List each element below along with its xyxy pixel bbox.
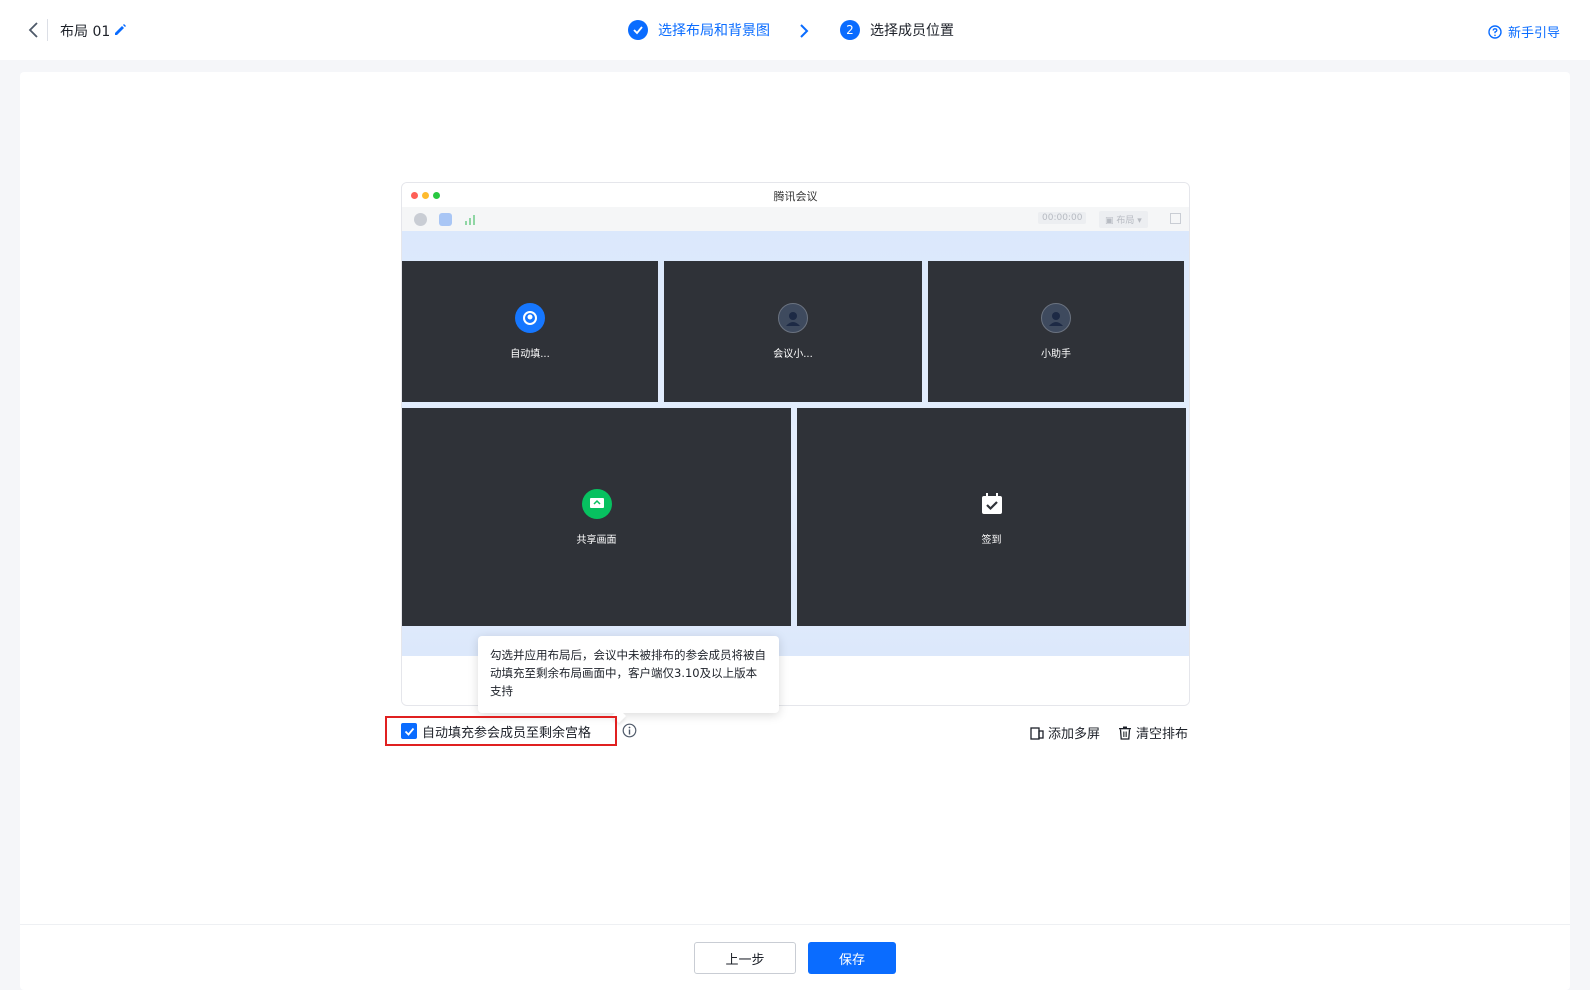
tile-label: 小助手	[1041, 349, 1071, 360]
layout-name: 布局 01	[60, 24, 111, 40]
meeting-timer: 00:00:00	[1038, 212, 1087, 224]
signal-icon	[465, 215, 475, 225]
screen-share-icon	[581, 488, 612, 519]
step-2-number: 2	[840, 20, 860, 40]
person-icon	[778, 303, 808, 333]
guide-label: 新手引导	[1507, 26, 1560, 41]
top-header: 布局 01 选择布局和背景图 2 选择成员位置 新手引导	[0, 0, 1590, 60]
person-icon	[1041, 303, 1071, 333]
window-toolbar: 00:00:00 ▣ 布局 ▾	[402, 207, 1189, 231]
window-titlebar: 腾讯会议	[402, 183, 1189, 207]
layout-dropdown: ▣ 布局 ▾	[1099, 211, 1148, 228]
clear-layout-label: 清空排布	[1136, 727, 1189, 742]
info-icon[interactable]	[622, 723, 637, 738]
tile-label: 自动填...	[510, 349, 550, 360]
layout-tile-1[interactable]: 自动填...	[402, 261, 658, 402]
step-1-label: 选择布局和背景图	[658, 23, 770, 39]
add-screen-label: 添加多屏	[1048, 727, 1101, 742]
layout-tile-3[interactable]: 小助手	[928, 261, 1184, 402]
layout-tile-4[interactable]: 共享画面	[402, 408, 791, 626]
save-button[interactable]: 保存	[808, 942, 896, 974]
calendar-check-icon	[977, 489, 1007, 519]
previous-step-button[interactable]: 上一步	[694, 942, 796, 974]
check-circle-icon	[628, 20, 648, 40]
tile-label: 共享画面	[576, 534, 617, 546]
help-circle-icon	[1488, 24, 1502, 39]
trash-icon	[1119, 726, 1131, 740]
autofill-label[interactable]: 自动填充参会成员至剩余宫格	[422, 722, 591, 741]
footer-divider	[20, 924, 1570, 925]
autofill-tooltip: 勾选并应用布局后，会议中未被排布的参会成员将被自动填充至剩余布局画面中，客户端仅…	[478, 636, 779, 713]
back-arrow-icon[interactable]	[26, 20, 42, 40]
layout-stage: 自动填... 会议小... 小助手 共享画面 签到	[402, 231, 1189, 656]
header-divider	[47, 19, 48, 41]
multi-screen-icon	[1030, 726, 1044, 740]
tile-label: 签到	[981, 534, 1002, 546]
toolbar-icons	[414, 213, 477, 226]
layout-tile-2[interactable]: 会议小...	[664, 261, 922, 402]
clear-layout-button[interactable]: 清空排布	[1118, 723, 1188, 742]
step-member-position: 2 选择成员位置	[840, 20, 954, 40]
window-title: 腾讯会议	[773, 190, 818, 203]
chevron-right-icon	[800, 24, 809, 38]
fullscreen-icon	[1170, 213, 1181, 224]
step-2-label: 选择成员位置	[870, 23, 954, 39]
auto-fill-icon	[515, 303, 545, 333]
layout-tile-5[interactable]: 签到	[797, 408, 1186, 626]
edit-pencil-icon[interactable]	[113, 23, 127, 37]
info-icon	[414, 213, 427, 226]
beginner-guide-link[interactable]: 新手引导	[1488, 22, 1560, 41]
shield-icon	[439, 213, 452, 226]
checkmark-icon	[404, 727, 414, 736]
add-multi-screen-button[interactable]: 添加多屏	[1030, 723, 1100, 742]
tile-label: 会议小...	[773, 349, 813, 360]
step-choose-layout[interactable]: 选择布局和背景图	[628, 20, 770, 40]
meeting-preview-window: 腾讯会议 00:00:00 ▣ 布局 ▾ 自动填... 会议小... 小助手 共…	[401, 182, 1190, 706]
autofill-option-highlight: 自动填充参会成员至剩余宫格	[385, 716, 617, 746]
layout-dropdown-label: 布局	[1116, 216, 1135, 226]
autofill-checkbox[interactable]	[401, 723, 417, 739]
